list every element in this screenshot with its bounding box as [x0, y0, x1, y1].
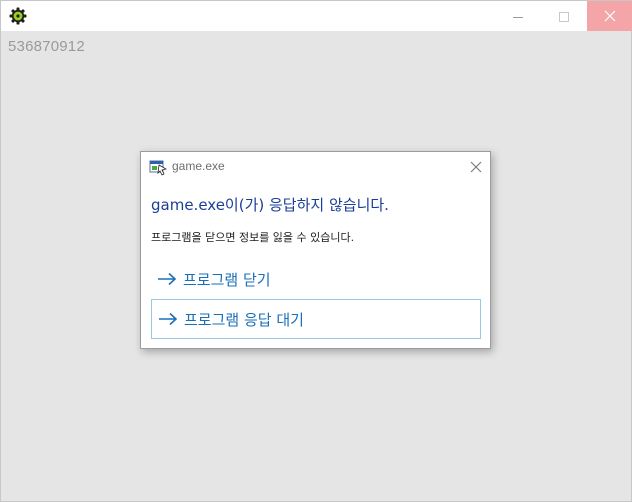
dialog-message: 프로그램을 닫으면 정보를 잃을 수 있습니다.: [151, 231, 355, 244]
minimize-icon: [513, 7, 523, 26]
title-bar[interactable]: [1, 1, 632, 31]
maximize-button[interactable]: [541, 1, 587, 31]
arrow-right-icon: [157, 271, 179, 287]
close-program-button[interactable]: 프로그램 닫기: [151, 259, 481, 299]
maximize-icon: [559, 7, 569, 26]
minimize-button[interactable]: [495, 1, 541, 31]
wait-for-program-label: 프로그램 응답 대기: [184, 310, 304, 329]
close-icon: [604, 7, 616, 26]
gear-icon: [9, 7, 27, 25]
not-responding-dialog: game.exe game.exe이(가) 응답하지 않습니다. 프로그램을 닫…: [140, 151, 491, 349]
dialog-close-button[interactable]: [466, 157, 486, 177]
counter-text: 536870912: [8, 38, 85, 55]
dialog-heading: game.exe이(가) 응답하지 않습니다.: [151, 196, 389, 214]
dialog-title: game.exe: [172, 159, 225, 173]
app-window-icon: [149, 158, 168, 176]
close-button[interactable]: [587, 1, 632, 31]
close-program-label: 프로그램 닫기: [183, 270, 271, 289]
wait-for-program-button[interactable]: 프로그램 응답 대기: [151, 299, 481, 339]
arrow-right-icon: [158, 311, 180, 327]
close-icon: [470, 158, 482, 177]
